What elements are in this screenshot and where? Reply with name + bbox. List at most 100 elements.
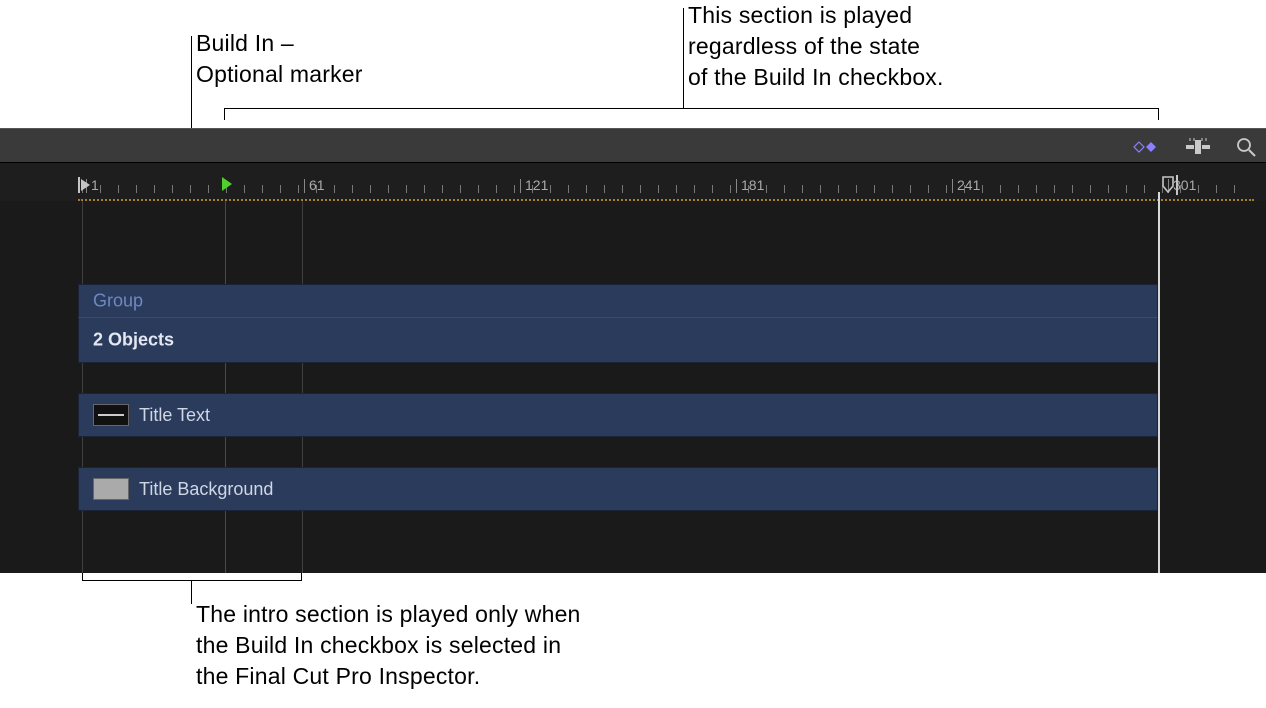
- ruler-tick: [1126, 185, 1127, 193]
- callout-line: the Final Cut Pro Inspector.: [196, 661, 581, 692]
- callout-intro-section: The intro section is played only when th…: [196, 599, 581, 692]
- ruler-tick: [280, 185, 281, 193]
- track-title-text[interactable]: Title Text: [78, 393, 1158, 437]
- ruler-tick: [190, 185, 191, 193]
- playhead[interactable]: [1158, 192, 1160, 573]
- ruler-tick: [262, 185, 263, 193]
- callout-leader: [683, 8, 684, 108]
- ruler-tick: [946, 185, 947, 193]
- ruler-tick: [136, 185, 137, 193]
- track-thumbnail: [93, 404, 129, 426]
- track-name: Title Text: [139, 405, 210, 426]
- ruler-tick: [1234, 185, 1235, 193]
- build-in-optional-marker[interactable]: [222, 177, 232, 191]
- callout-line: The intro section is played only when: [196, 599, 581, 630]
- ruler-tick: [100, 185, 101, 193]
- ruler-tick: [298, 185, 299, 193]
- ruler-major-tick: [304, 179, 305, 193]
- ruler-tick: [820, 185, 821, 193]
- track-title-background[interactable]: Title Background: [78, 467, 1158, 511]
- ruler-tick: [496, 185, 497, 193]
- ruler-tick: [118, 185, 119, 193]
- ruler-tick-label: 61: [309, 177, 325, 193]
- ruler-baseline: [78, 199, 1254, 201]
- ruler-tick: [388, 185, 389, 193]
- ruler-tick: [892, 185, 893, 193]
- ruler-major-tick: [952, 179, 953, 193]
- track-label: Title Text: [93, 404, 210, 426]
- ruler-major-tick: [736, 179, 737, 193]
- ruler-tick: [334, 185, 335, 193]
- toolbar-icon-group: [1132, 129, 1256, 164]
- ruler-tick: [514, 185, 515, 193]
- keyframe-icon[interactable]: [1132, 140, 1160, 154]
- ruler-tick: [1198, 185, 1199, 193]
- timeline-toolbar: [0, 128, 1266, 163]
- track-label-group: Group: [93, 291, 143, 312]
- ruler-tick: [802, 185, 803, 193]
- ruler-tick: [766, 185, 767, 193]
- ruler-tick: [784, 185, 785, 193]
- track-name: Title Background: [139, 479, 273, 500]
- ruler-tick: [928, 185, 929, 193]
- track-group-summary[interactable]: 2 Objects: [78, 317, 1158, 363]
- project-end-marker[interactable]: [1160, 175, 1180, 200]
- ruler-tick: [1144, 185, 1145, 193]
- callout-bracket-left: [224, 108, 225, 120]
- track-label: Title Background: [93, 478, 273, 500]
- callout-line: This section is played: [688, 0, 944, 31]
- ruler-tick: [712, 185, 713, 193]
- ruler-tick-label: 121: [525, 177, 548, 193]
- callout-always-played: This section is played regardless of the…: [688, 0, 944, 93]
- ruler-tick: [856, 185, 857, 193]
- ruler-tick-label: 181: [741, 177, 764, 193]
- ruler-tick: [1036, 185, 1037, 193]
- ruler-tick: [676, 185, 677, 193]
- ruler-tick: [550, 185, 551, 193]
- zoom-icon[interactable]: [1236, 137, 1256, 157]
- ruler-tick: [586, 185, 587, 193]
- snap-icon[interactable]: [1186, 138, 1210, 156]
- track-group[interactable]: Group: [78, 284, 1158, 317]
- ruler-tick: [1216, 185, 1217, 193]
- ruler-tick: [1054, 185, 1055, 193]
- timeline-tracks: Group 2 Objects Title Text Title Backgro…: [78, 284, 1158, 511]
- ruler-tick: [208, 185, 209, 193]
- timeline-panel: 161121181241301 Group 2 Objects Titl: [0, 128, 1266, 573]
- ruler-tick: [568, 185, 569, 193]
- ruler-major-tick: [520, 179, 521, 193]
- ruler-tick: [694, 185, 695, 193]
- callout-build-in-marker: Build In – Optional marker: [196, 28, 363, 90]
- callout-bracket-bottom: [82, 580, 302, 581]
- ruler-tick: [640, 185, 641, 193]
- ruler-tick: [1072, 185, 1073, 193]
- ruler-tick: [172, 185, 173, 193]
- ruler-tick: [478, 185, 479, 193]
- ruler-tick: [1108, 185, 1109, 193]
- ruler-tick: [982, 185, 983, 193]
- callout-line: Build In –: [196, 28, 363, 59]
- ruler-tick: [154, 185, 155, 193]
- ruler-tick: [910, 185, 911, 193]
- ruler-tick: [1090, 185, 1091, 193]
- ruler-tick: [1000, 185, 1001, 193]
- track-label-count: 2 Objects: [93, 330, 174, 351]
- callout-line: the Build In checkbox is selected in: [196, 630, 581, 661]
- callout-line: regardless of the state: [688, 31, 944, 62]
- ruler-tick: [406, 185, 407, 193]
- ruler-tick: [730, 185, 731, 193]
- ruler-tick: [1018, 185, 1019, 193]
- ruler-tick: [442, 185, 443, 193]
- callout-leader: [191, 580, 192, 604]
- project-start-marker[interactable]: [78, 177, 90, 193]
- callout-line: of the Build In checkbox.: [688, 62, 944, 93]
- ruler-tick: [244, 185, 245, 193]
- callout-bracket-top: [224, 108, 1159, 109]
- ruler-tick: [370, 185, 371, 193]
- track-thumbnail: [93, 478, 129, 500]
- ruler-tick: [658, 185, 659, 193]
- ruler-tick-label: 1: [91, 177, 99, 193]
- ruler-tick: [874, 185, 875, 193]
- timeline-ruler[interactable]: 161121181241301: [0, 163, 1266, 201]
- callout-line: Optional marker: [196, 59, 363, 90]
